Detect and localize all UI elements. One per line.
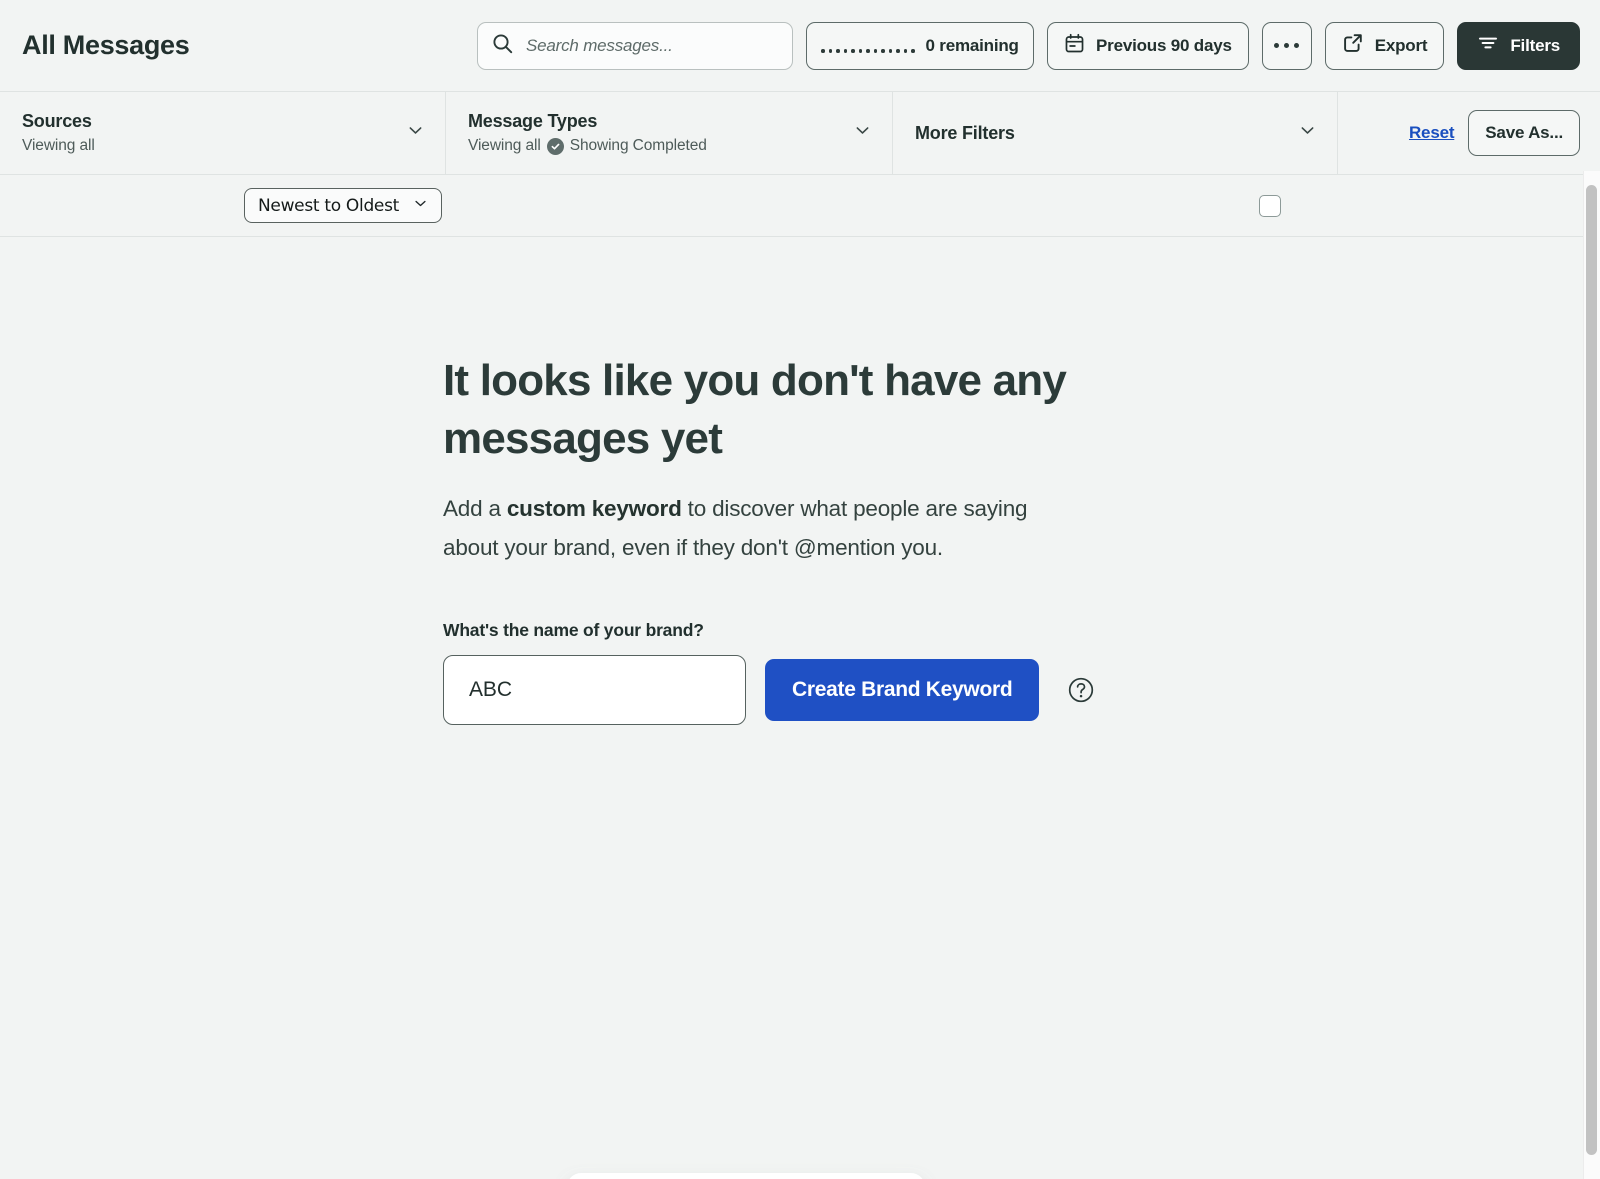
- filter-more-filters[interactable]: More Filters: [893, 92, 1338, 174]
- filter-message-types-label: Message Types: [468, 111, 598, 131]
- date-range-label: Previous 90 days: [1096, 35, 1232, 55]
- chevron-down-icon: [853, 121, 872, 145]
- filters-button[interactable]: Filters: [1457, 21, 1580, 70]
- more-options-button[interactable]: [1261, 21, 1312, 70]
- vertical-scrollbar-thumb[interactable]: [1586, 185, 1597, 1155]
- filter-more-filters-label: More Filters: [915, 122, 1015, 143]
- filters-label: Filters: [1510, 35, 1560, 55]
- toolbar-actions: Search messages... 0 remaining Previous …: [477, 21, 1580, 70]
- filter-sources-label: Sources: [22, 111, 92, 131]
- chevron-down-icon: [412, 195, 429, 217]
- export-label: Export: [1374, 35, 1428, 55]
- brand-keyword-form: ABC Create Brand Keyword: [443, 654, 1600, 725]
- page-title: All Messages: [22, 30, 190, 60]
- external-link-icon: [1342, 32, 1364, 59]
- sort-order-value: Newest to Oldest: [258, 195, 400, 216]
- select-all-checkbox[interactable]: [1259, 194, 1281, 217]
- date-range-button[interactable]: Previous 90 days: [1047, 21, 1249, 70]
- calendar-icon: [1064, 33, 1085, 59]
- more-horizontal-icon: [1274, 43, 1300, 48]
- top-toolbar: All Messages Search messages... 0 remain…: [0, 0, 1600, 91]
- search-icon: [492, 33, 513, 59]
- remaining-label: 0 remaining: [925, 35, 1019, 55]
- empty-state-description: Add a custom keyword to discover what pe…: [443, 490, 1068, 567]
- showing-completed-text: Showing Completed: [569, 137, 707, 154]
- filter-lines-icon: [1477, 32, 1499, 59]
- main-content: It looks like you don't have any message…: [0, 237, 1600, 1179]
- remaining-quota-button[interactable]: 0 remaining: [806, 21, 1035, 70]
- brand-name-label: What's the name of your brand?: [443, 619, 704, 640]
- filter-bar-actions: Reset Save As...: [1338, 92, 1600, 174]
- question-circle-icon[interactable]: [1067, 676, 1095, 704]
- brand-name-input[interactable]: ABC: [443, 654, 746, 725]
- bubble-top: [569, 1173, 923, 1179]
- empty-messages-chat-bubbles: [555, 1117, 1015, 1179]
- save-as-button[interactable]: Save As...: [1468, 110, 1580, 156]
- sort-order-select[interactable]: Newest to Oldest: [244, 188, 443, 223]
- search-placeholder: Search messages...: [526, 35, 673, 55]
- chevron-down-icon: [406, 121, 425, 145]
- chevron-down-icon: [1298, 121, 1317, 145]
- create-brand-keyword-button[interactable]: Create Brand Keyword: [765, 658, 1040, 721]
- filter-message-types-text: Message Types Viewing all Showing Comple…: [468, 111, 707, 155]
- filter-sources-sub: Viewing all: [22, 137, 95, 154]
- search-input[interactable]: Search messages...: [477, 21, 794, 70]
- sort-row: Newest to Oldest: [0, 175, 1600, 237]
- check-circle-icon: [546, 137, 564, 155]
- messages-page: All Messages Search messages... 0 remain…: [0, 0, 1600, 1179]
- filter-sources-text: Sources Viewing all: [22, 111, 95, 155]
- filter-bar: Sources Viewing all Message Types Viewin…: [0, 91, 1600, 175]
- filter-more-filters-text: More Filters: [915, 123, 1015, 144]
- description-part-1: Add a: [443, 496, 507, 522]
- empty-state: It looks like you don't have any message…: [0, 237, 1600, 725]
- reset-filters-link[interactable]: Reset: [1409, 123, 1455, 143]
- viewing-all-text: Viewing all: [468, 137, 541, 154]
- filter-sources[interactable]: Sources Viewing all: [0, 92, 446, 174]
- filter-message-types[interactable]: Message Types Viewing all Showing Comple…: [446, 92, 893, 174]
- empty-state-title: It looks like you don't have any message…: [443, 356, 1067, 464]
- export-button[interactable]: Export: [1324, 21, 1445, 70]
- dots-loading-icon: [821, 39, 915, 53]
- filter-message-types-sub: Viewing all Showing Completed: [468, 137, 707, 155]
- description-bold-keyword: custom keyword: [506, 496, 682, 522]
